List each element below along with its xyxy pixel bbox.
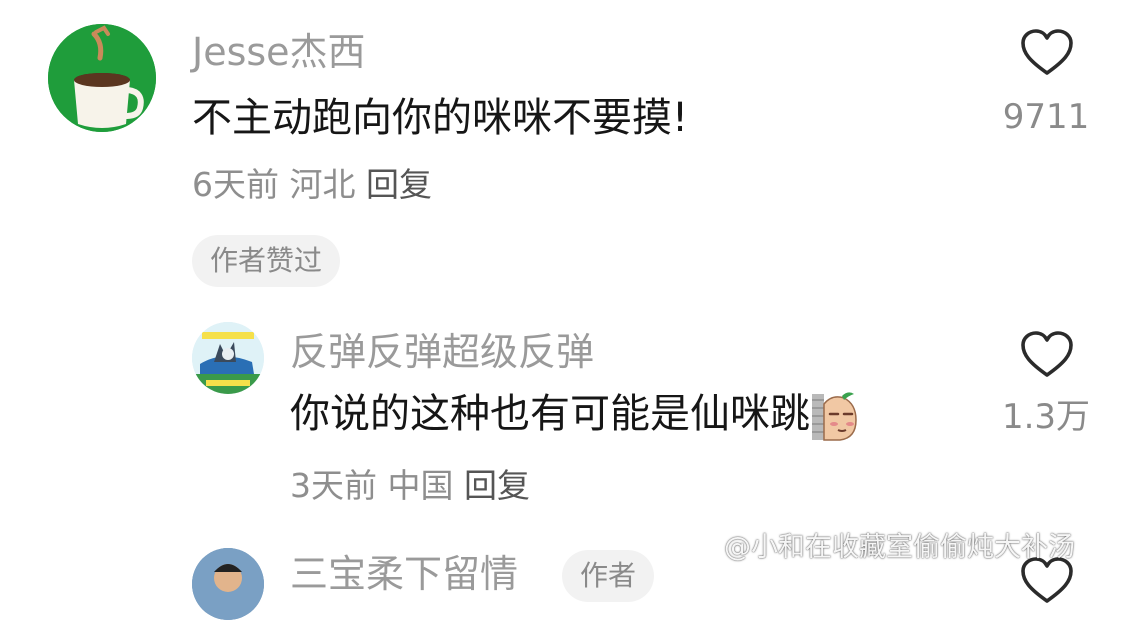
like-count: 1.3万 <box>1001 397 1091 437</box>
like-count: 9711 <box>1002 97 1090 137</box>
comment-time: 6天前 <box>192 165 279 204</box>
comment-text[interactable]: 你说的这种也有可能是仙咪跳 <box>290 388 862 442</box>
like-button[interactable] <box>1020 330 1074 380</box>
comment-text[interactable]: 不主动跑向你的咪咪不要摸! <box>192 92 688 144</box>
avatar[interactable] <box>48 24 156 132</box>
cartoon-cat-avatar-icon <box>192 322 264 394</box>
comment-time: 3天前 <box>290 466 377 505</box>
comment-meta: 6天前 河北 回复 <box>192 164 432 206</box>
person-photo-avatar-icon <box>192 548 264 620</box>
weibo-icon <box>682 532 721 564</box>
comment-location: 中国 <box>387 466 454 505</box>
peeking-potato-sticker-icon <box>810 390 862 442</box>
like-button[interactable] <box>1020 28 1074 78</box>
comment-location: 河北 <box>289 165 356 204</box>
comment-text-content: 你说的这种也有可能是仙咪跳 <box>290 391 810 437</box>
author-badge: 作者 <box>562 550 655 602</box>
comment-username[interactable]: Jesse杰西 <box>192 30 366 74</box>
heart-icon <box>1021 331 1073 377</box>
reply-button[interactable]: 回复 <box>366 165 432 204</box>
watermark-text: @小和在收藏室偷偷炖大补汤 <box>724 532 1075 563</box>
avatar[interactable] <box>192 548 264 620</box>
comment-username[interactable]: 反弹反弹超级反弹 <box>290 330 594 374</box>
heart-icon <box>1021 29 1073 75</box>
coffee-mug-avatar-icon <box>48 24 156 132</box>
watermark: @小和在收藏室偷偷炖大补汤 <box>682 528 1075 568</box>
comment-meta: 3天前 中国 回复 <box>290 465 530 507</box>
reply-button[interactable]: 回复 <box>464 466 530 505</box>
author-liked-badge: 作者赞过 <box>192 235 341 287</box>
avatar[interactable] <box>192 322 264 394</box>
comment-username[interactable]: 三宝柔下留情 <box>290 552 518 596</box>
